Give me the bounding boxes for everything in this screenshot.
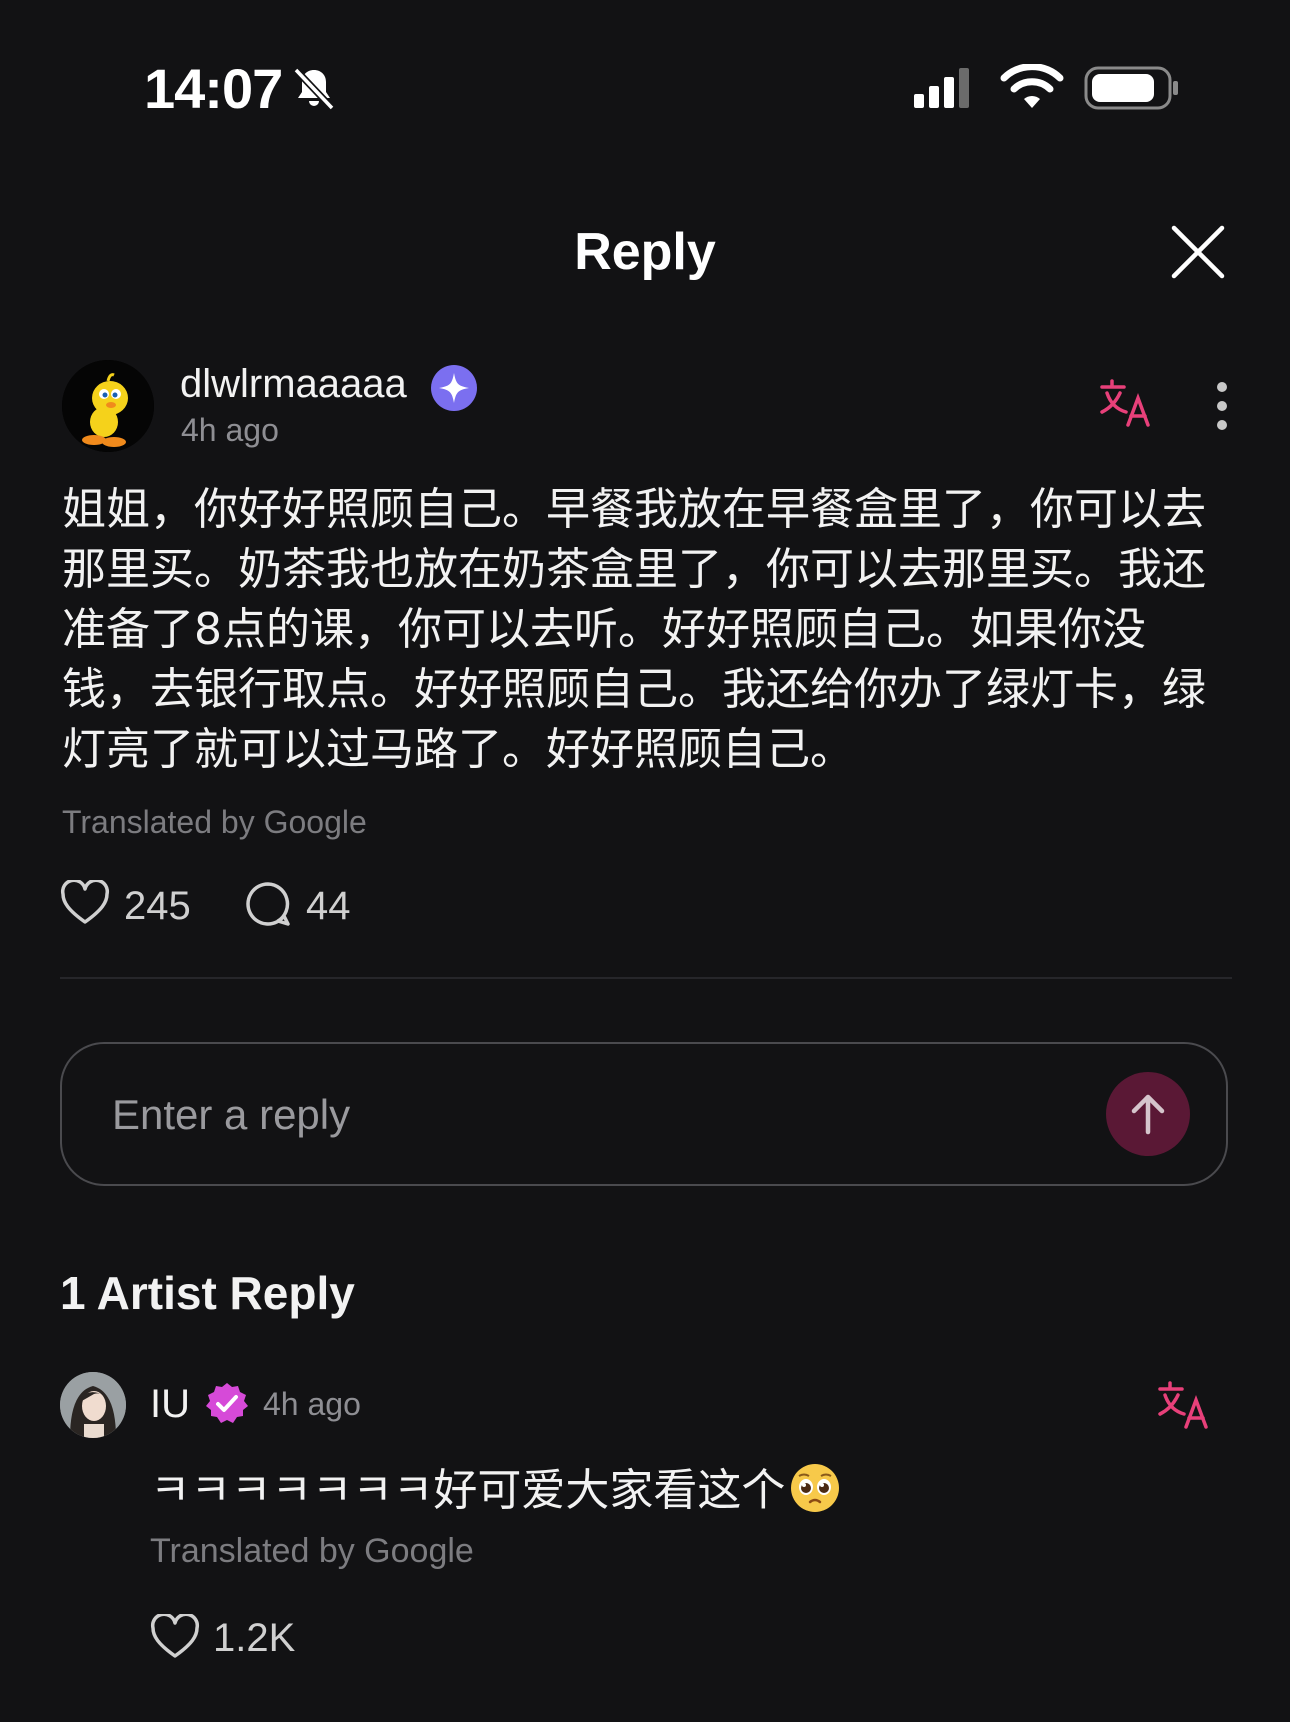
bell-slash-icon — [292, 64, 336, 117]
send-button[interactable] — [1106, 1072, 1190, 1156]
more-vertical-icon[interactable] — [1212, 382, 1232, 435]
heart-icon[interactable] — [60, 878, 110, 931]
divider — [60, 977, 1232, 979]
artist-reply-body: ㅋㅋㅋㅋㅋㅋㅋ好可爱大家看这个 — [150, 1454, 841, 1525]
post-body: 姐姐，你好好照顾自己。早餐我放在早餐盒里了，你可以去那里买。奶茶我也放在奶茶盒里… — [62, 484, 1206, 775]
artist-reply-timestamp: 4h ago — [263, 1386, 361, 1422]
verified-star-badge-icon — [430, 364, 478, 417]
reply-input-box — [60, 1042, 1228, 1186]
post-username[interactable]: dlwlrmaaaaa — [180, 362, 407, 407]
heart-icon[interactable] — [150, 1612, 200, 1665]
avatar[interactable] — [62, 360, 154, 452]
status-time: 14:07 — [144, 57, 283, 120]
post-timestamp: 4h ago — [181, 412, 279, 448]
reply-input[interactable] — [110, 1084, 974, 1146]
translate-icon[interactable] — [1100, 378, 1152, 433]
cellular-signal-icon — [914, 68, 970, 113]
close-icon[interactable] — [1168, 222, 1228, 282]
like-count: 245 — [124, 884, 191, 928]
wifi-icon — [1000, 63, 1064, 115]
comment-count: 44 — [306, 884, 351, 928]
translate-icon[interactable] — [1158, 1380, 1210, 1435]
arrow-up-icon — [1131, 1094, 1165, 1135]
verified-check-badge-icon — [204, 1381, 250, 1432]
artist-reply-heading: 1 Artist Reply — [60, 1267, 355, 1319]
pleading-face-emoji-icon — [789, 1462, 841, 1525]
artist-reply-text: ㅋㅋㅋㅋㅋㅋㅋ好可爱大家看这个 — [150, 1465, 786, 1516]
translation-note: Translated by Google — [62, 804, 367, 840]
page-title: Reply — [574, 223, 716, 281]
artist-avatar[interactable] — [60, 1372, 126, 1438]
battery-icon — [1084, 66, 1180, 115]
comment-bubble-icon[interactable] — [244, 880, 292, 933]
artist-name[interactable]: IU — [150, 1382, 190, 1427]
artist-like-count: 1.2K — [213, 1616, 296, 1660]
translation-note: Translated by Google — [150, 1532, 474, 1570]
